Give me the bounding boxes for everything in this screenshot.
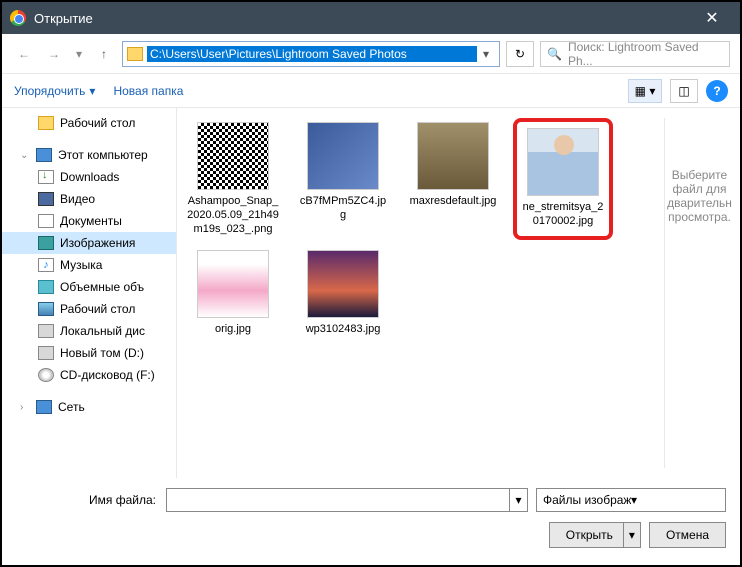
file-label: maxresdefault.jpg bbox=[410, 194, 497, 208]
titlebar: Открытие ✕ bbox=[2, 2, 740, 34]
search-placeholder: Поиск: Lightroom Saved Ph... bbox=[568, 40, 723, 68]
filename-label: Имя файла: bbox=[16, 493, 166, 507]
address-bar[interactable]: C:\Users\User\Pictures\Lightroom Saved P… bbox=[122, 41, 500, 67]
downloads-icon bbox=[38, 170, 54, 184]
sidebar-item-desktop[interactable]: Рабочий стол bbox=[2, 298, 176, 320]
sidebar-item-localdisk[interactable]: Локальный дис bbox=[2, 320, 176, 342]
sidebar-item-cddvd[interactable]: CD-дисковод (F:) bbox=[2, 364, 176, 386]
file-item-highlighted[interactable]: ne_stremitsya_20170002.jpg bbox=[513, 118, 613, 240]
filename-input[interactable] bbox=[166, 488, 510, 512]
file-item[interactable]: cB7fMPm5ZC4.jpg bbox=[293, 118, 393, 240]
nav-history-dropdown[interactable]: ▾ bbox=[72, 42, 86, 66]
preview-pane: Выберите файл для дварительн просмотра. bbox=[664, 118, 734, 468]
sidebar-item-images[interactable]: Изображения bbox=[2, 232, 176, 254]
video-icon bbox=[38, 192, 54, 206]
expand-icon[interactable]: › bbox=[20, 402, 30, 413]
search-icon: 🔍 bbox=[547, 47, 562, 61]
refresh-button[interactable]: ↻ bbox=[506, 41, 534, 67]
search-input[interactable]: 🔍 Поиск: Lightroom Saved Ph... bbox=[540, 41, 730, 67]
close-button[interactable]: ✕ bbox=[692, 2, 732, 34]
documents-icon bbox=[38, 214, 54, 228]
nav-forward-button[interactable]: → bbox=[42, 42, 66, 66]
open-button[interactable]: Открыть▾ bbox=[549, 522, 641, 548]
sidebar-item-thispc[interactable]: ⌄Этот компьютер bbox=[2, 144, 176, 166]
folder-icon bbox=[38, 116, 54, 130]
nav-back-button[interactable]: ← bbox=[12, 42, 36, 66]
sidebar-item-network[interactable]: ›Сеть bbox=[2, 396, 176, 418]
objects3d-icon bbox=[38, 280, 54, 294]
file-item[interactable]: Ashampoo_Snap_2020.05.09_21h49m19s_023_.… bbox=[183, 118, 283, 240]
nav-up-button[interactable]: ↑ bbox=[92, 42, 116, 66]
file-thumbnail bbox=[307, 250, 379, 318]
file-thumbnail bbox=[527, 128, 599, 196]
file-item[interactable]: orig.jpg bbox=[183, 246, 283, 340]
disk-icon bbox=[38, 346, 54, 360]
window-title: Открытие bbox=[34, 11, 692, 26]
toolbar: Упорядочить ▾ Новая папка ▦ ▾ ◫ ? bbox=[2, 74, 740, 108]
filename-dropdown[interactable]: ▾ bbox=[510, 488, 528, 512]
sidebar: Рабочий стол ⌄Этот компьютер Downloads В… bbox=[2, 108, 177, 478]
open-dropdown[interactable]: ▾ bbox=[623, 523, 640, 547]
chevron-down-icon: ▾ bbox=[631, 493, 719, 507]
desktop-icon bbox=[38, 302, 54, 316]
file-thumbnail bbox=[197, 250, 269, 318]
file-label: ne_stremitsya_20170002.jpg bbox=[521, 200, 605, 228]
content-area: Ashampoo_Snap_2020.05.09_21h49m19s_023_.… bbox=[177, 108, 740, 478]
expand-icon[interactable]: ⌄ bbox=[20, 150, 30, 161]
sidebar-item-newvolume[interactable]: Новый том (D:) bbox=[2, 342, 176, 364]
preview-placeholder: Выберите файл для дварительн просмотра. bbox=[667, 168, 732, 224]
nav-bar: ← → ▾ ↑ C:\Users\User\Pictures\Lightroom… bbox=[2, 34, 740, 74]
music-icon: ♪ bbox=[38, 258, 54, 272]
dvd-icon bbox=[38, 368, 54, 382]
sidebar-item-documents[interactable]: Документы bbox=[2, 210, 176, 232]
cancel-button[interactable]: Отмена bbox=[649, 522, 726, 548]
file-thumbnail bbox=[197, 122, 269, 190]
sidebar-item-desktop-quick[interactable]: Рабочий стол bbox=[2, 112, 176, 134]
network-icon bbox=[36, 400, 52, 414]
file-label: cB7fMPm5ZC4.jpg bbox=[297, 194, 389, 222]
file-item[interactable]: maxresdefault.jpg bbox=[403, 118, 503, 240]
preview-toggle-button[interactable]: ◫ bbox=[670, 79, 698, 103]
file-label: wp3102483.jpg bbox=[306, 322, 381, 336]
disk-icon bbox=[38, 324, 54, 338]
sidebar-item-downloads[interactable]: Downloads bbox=[2, 166, 176, 188]
bottom-panel: Имя файла: ▾ Файлы изображений (*.tiff;*… bbox=[2, 478, 740, 562]
folder-icon bbox=[127, 47, 143, 61]
chrome-icon bbox=[10, 10, 26, 26]
images-icon bbox=[38, 236, 54, 250]
file-label: Ashampoo_Snap_2020.05.09_21h49m19s_023_.… bbox=[187, 194, 279, 236]
file-thumbnail bbox=[307, 122, 379, 190]
pc-icon bbox=[36, 148, 52, 162]
view-mode-button[interactable]: ▦ ▾ bbox=[628, 79, 662, 103]
sidebar-item-video[interactable]: Видео bbox=[2, 188, 176, 210]
organize-button[interactable]: Упорядочить ▾ bbox=[14, 84, 95, 98]
help-button[interactable]: ? bbox=[706, 80, 728, 102]
filetype-filter[interactable]: Файлы изображений (*.tiff;*.p▾ bbox=[536, 488, 726, 512]
file-thumbnail bbox=[417, 122, 489, 190]
file-label: orig.jpg bbox=[215, 322, 251, 336]
file-item[interactable]: wp3102483.jpg bbox=[293, 246, 393, 340]
address-path[interactable]: C:\Users\User\Pictures\Lightroom Saved P… bbox=[147, 46, 477, 62]
sidebar-item-music[interactable]: ♪Музыка bbox=[2, 254, 176, 276]
chevron-down-icon: ▾ bbox=[89, 84, 95, 98]
sidebar-item-3dobjects[interactable]: Объемные объ bbox=[2, 276, 176, 298]
new-folder-button[interactable]: Новая папка bbox=[113, 84, 183, 98]
file-list: Ashampoo_Snap_2020.05.09_21h49m19s_023_.… bbox=[183, 118, 664, 468]
address-dropdown[interactable]: ▾ bbox=[477, 47, 495, 61]
main-area: Рабочий стол ⌄Этот компьютер Downloads В… bbox=[2, 108, 740, 478]
